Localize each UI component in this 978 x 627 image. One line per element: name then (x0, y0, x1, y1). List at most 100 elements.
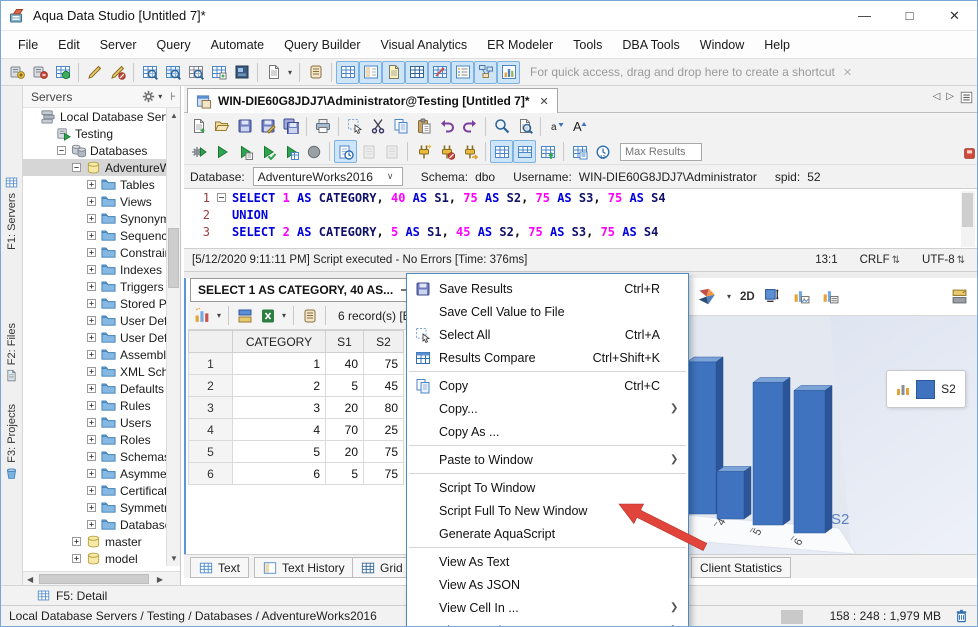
expand-icon[interactable]: + (87, 333, 96, 342)
expand-icon[interactable]: + (87, 350, 96, 359)
chart-size-icon[interactable] (761, 285, 784, 308)
menu-item-copy-as[interactable]: Copy As ... (407, 420, 688, 443)
expand-icon[interactable]: + (87, 248, 96, 257)
menu-window[interactable]: Window (691, 34, 753, 56)
tree-item-synonyms[interactable]: +Synonyms (23, 210, 167, 227)
menu-item-results-compare[interactable]: Results CompareCtrl+Shift+K (407, 346, 688, 369)
collapse-icon[interactable]: − (57, 146, 66, 155)
tab-client-statistics[interactable]: Client Statistics (691, 557, 791, 578)
generate-script-alert-icon[interactable] (106, 61, 129, 84)
menu-dba-tools[interactable]: DBA Tools (613, 34, 688, 56)
results-tab[interactable]: SELECT 1 AS CATEGORY, 40 AS... (190, 278, 420, 302)
expand-icon[interactable]: + (87, 401, 96, 410)
save-all-icon[interactable] (279, 115, 302, 138)
encoding-value[interactable]: UTF-8 (922, 254, 955, 266)
expand-icon[interactable]: + (87, 197, 96, 206)
tree-item-triggers[interactable]: +Triggers (23, 278, 167, 295)
tab-text-history[interactable]: Text History (254, 557, 354, 578)
chart-type-icon[interactable] (695, 285, 718, 308)
tree-item-stored-proc[interactable]: +Stored Proc (23, 295, 167, 312)
tree-item-master[interactable]: +master (23, 533, 167, 550)
expand-icon[interactable]: + (87, 316, 96, 325)
row-number[interactable]: 1 (189, 353, 233, 375)
execute-settings-icon[interactable] (187, 140, 210, 163)
undo-icon[interactable] (435, 115, 458, 138)
text-view-icon[interactable] (382, 61, 405, 84)
browse-view-icon[interactable] (161, 61, 184, 84)
maximize-button[interactable]: □ (887, 1, 932, 30)
editor-tab[interactable]: WIN-DIE60G8JDJ7\Administrator@Testing [U… (187, 88, 558, 113)
open-file-icon[interactable] (210, 115, 233, 138)
panel-pin-icon[interactable]: ⊦ (170, 90, 176, 103)
form-view-icon[interactable] (359, 61, 382, 84)
chart-mode-toggle[interactable]: 2D (740, 291, 755, 303)
grid-cell[interactable]: 75 (364, 463, 404, 485)
col-header-category[interactable]: CATEGORY (233, 331, 326, 353)
new-file-icon[interactable] (187, 115, 210, 138)
statusbar-grip[interactable] (781, 610, 803, 624)
row-number[interactable]: 5 (189, 441, 233, 463)
tree-item-views[interactable]: +Views (23, 193, 167, 210)
menu-item-view-as-json[interactable]: View As JSON (407, 573, 688, 596)
tree-item-users[interactable]: +Users (23, 414, 167, 431)
find-all-icon[interactable] (513, 115, 536, 138)
rollback-icon[interactable] (380, 140, 403, 163)
minimize-button[interactable]: — (842, 1, 887, 30)
copy-icon[interactable] (389, 115, 412, 138)
find-icon[interactable] (490, 115, 513, 138)
connect-icon[interactable] (412, 140, 435, 163)
execute-edit-icon[interactable] (233, 140, 256, 163)
font-increase-icon[interactable]: A (568, 115, 591, 138)
menu-server[interactable]: Server (91, 34, 146, 56)
expand-icon[interactable]: + (87, 384, 96, 393)
tab-scroll-right-icon[interactable]: ▷ (946, 91, 954, 107)
browse-schema-icon[interactable] (184, 61, 207, 84)
expand-icon[interactable]: + (87, 214, 96, 223)
tree-item-testing[interactable]: Testing (23, 125, 167, 142)
grid-row-2[interactable]: 22545 (189, 375, 404, 397)
panel-gear-caret-icon[interactable]: ▾ (155, 89, 165, 105)
expand-icon[interactable]: + (87, 282, 96, 291)
table-data-icon[interactable] (336, 61, 359, 84)
tree-item-roles[interactable]: +Roles (23, 431, 167, 448)
tab-text[interactable]: Text (190, 557, 249, 578)
col-header-s2[interactable]: S2 (364, 331, 404, 353)
encoding-toggle-icon[interactable]: ⇅ (957, 255, 965, 266)
save-icon[interactable] (233, 115, 256, 138)
schedule-icon[interactable]: 12 (591, 140, 614, 163)
fold-marker-icon[interactable] (210, 193, 232, 202)
grid-row-4[interactable]: 447025 (189, 419, 404, 441)
save-as-icon[interactable] (256, 115, 279, 138)
grid-cell[interactable]: 4 (233, 419, 326, 441)
menu-automate[interactable]: Automate (202, 34, 274, 56)
grid-cell[interactable]: 3 (233, 397, 326, 419)
chart-legend[interactable]: S2 (886, 370, 966, 408)
menu-query[interactable]: Query (148, 34, 200, 56)
visual-editor-icon[interactable] (230, 61, 253, 84)
menu-help[interactable]: Help (755, 34, 799, 56)
tree-item-sequences[interactable]: +Sequences (23, 227, 167, 244)
menu-item-view-results-in[interactable]: View Results In ...❯ (407, 619, 688, 627)
grid-row-5[interactable]: 552075 (189, 441, 404, 463)
menu-item-generate-aquascript[interactable]: Generate AquaScript (407, 522, 688, 545)
stop-icon[interactable] (302, 140, 325, 163)
grid-cell[interactable]: 5 (233, 441, 326, 463)
grid-cell[interactable]: 45 (364, 375, 404, 397)
menu-item-script-to-window[interactable]: Script To Window (407, 476, 688, 499)
expand-icon[interactable]: + (87, 418, 96, 427)
menu-query-builder[interactable]: Query Builder (275, 34, 369, 56)
tree-horizontal-scrollbar[interactable]: ◀ ▶ (23, 571, 181, 585)
tree-item-rules[interactable]: +Rules (23, 397, 167, 414)
grid-cell[interactable]: 25 (364, 419, 404, 441)
collapse-icon[interactable]: − (72, 163, 81, 172)
results-grid[interactable]: CATEGORYS1S2 114075225453320804470255520… (188, 330, 404, 485)
excel-export-icon[interactable] (256, 304, 279, 327)
expand-icon[interactable]: + (87, 469, 96, 478)
tab-list-icon[interactable] (960, 91, 973, 107)
expand-icon[interactable]: + (87, 503, 96, 512)
generate-script-icon[interactable] (83, 61, 106, 84)
menu-item-save-results[interactable]: Save ResultsCtrl+R (407, 277, 688, 300)
grid-cell[interactable]: 5 (326, 463, 364, 485)
tree-item-indexes[interactable]: +Indexes (23, 261, 167, 278)
expand-icon[interactable]: + (87, 231, 96, 240)
